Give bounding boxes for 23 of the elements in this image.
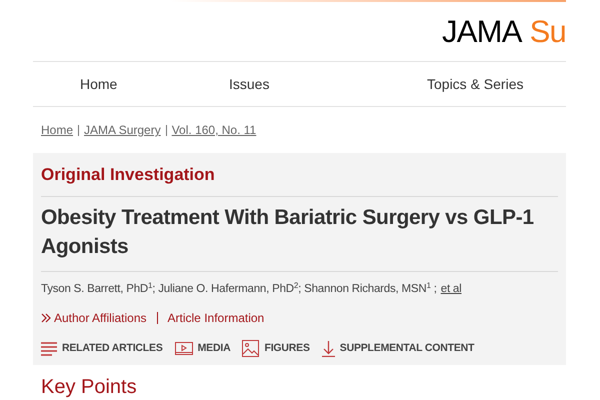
article-type: Original Investigation (41, 153, 558, 197)
author-list: Tyson S. Barrett, PhD$^{1}$; Juliane O. Hafermann, PhD$^{2}$; Shannon Richards, MSN$^{1}$ ; (41, 283, 437, 295)
download-icon (322, 340, 335, 357)
image-icon (242, 340, 260, 358)
section-heading: Key Points (40, 375, 138, 398)
tool-link[interactable]: FIGURES (264, 340, 310, 357)
breadcrumb-link[interactable]: JAMA Surgery (84, 121, 161, 139)
chevron-icon (41, 313, 51, 324)
info-link[interactable]: Article Information (168, 309, 264, 328)
nav-link[interactable]: Issues (229, 76, 270, 92)
nav-link[interactable]: Topics & Series (427, 76, 524, 92)
tool-link[interactable]: RELATED ARTICLES (62, 340, 163, 357)
tool-link[interactable]: MEDIA (198, 340, 230, 357)
breadcrumb-link[interactable]: Home (41, 121, 74, 139)
play-icon (174, 342, 193, 356)
journal-logo[interactable]: JAMA Su (442, 16, 566, 47)
info-link[interactable]: Author Affiliations (54, 309, 147, 328)
breadcrumb-link[interactable]: Vol. 160, No. 11 (172, 121, 256, 139)
tool-link[interactable]: SUPPLEMENTAL CONTENT (340, 340, 474, 357)
menu-icon (41, 342, 57, 356)
article-title: Obesity Treatment With Bariatric Surgery vs GLP-1 Agonists (41, 197, 558, 272)
nav-link[interactable]: Home (80, 76, 118, 92)
et-al-link[interactable]: et al (440, 283, 462, 295)
